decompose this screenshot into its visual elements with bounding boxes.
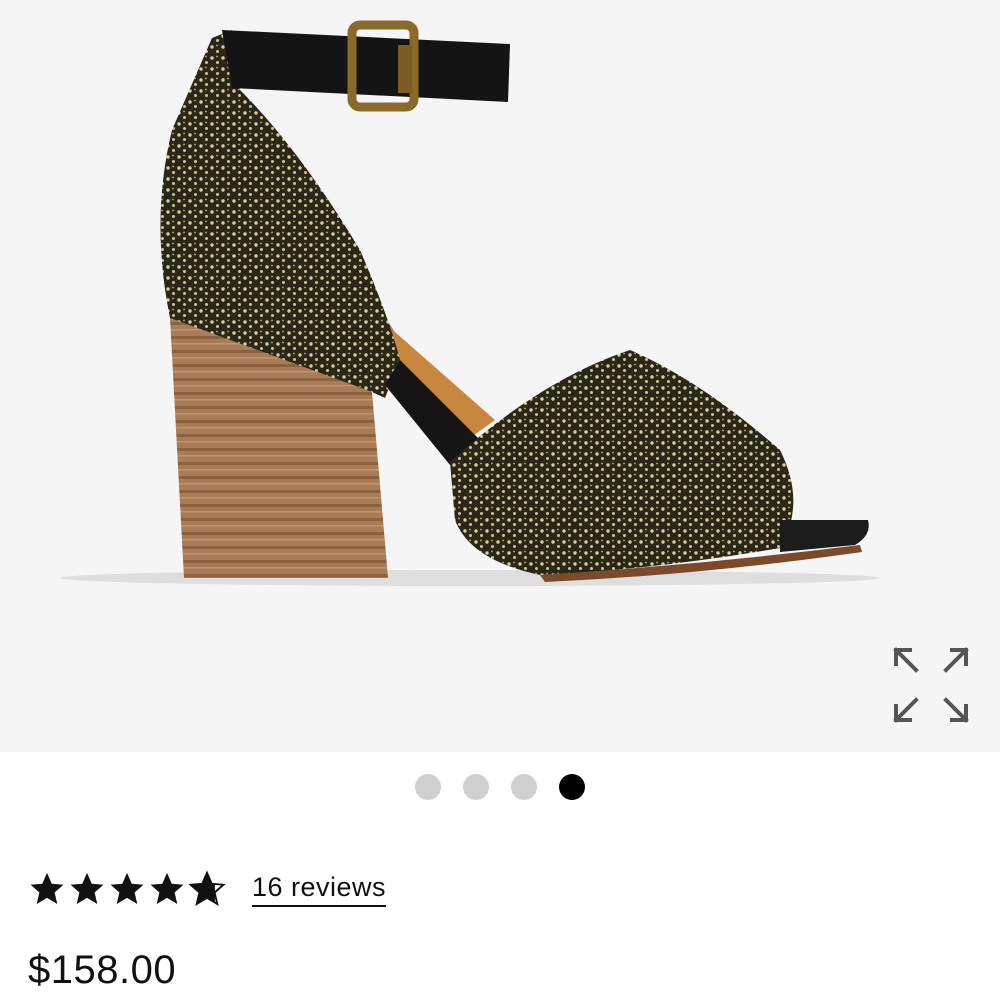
star-icon — [68, 870, 106, 908]
star-half-icon — [188, 870, 226, 908]
product-price: $158.00 — [28, 948, 177, 992]
expand-arrows-icon — [893, 647, 969, 723]
star-icon — [148, 870, 186, 908]
rating-row: 16 reviews — [28, 864, 387, 914]
star-icon — [28, 870, 66, 908]
carousel-dot-3[interactable] — [511, 774, 537, 800]
carousel-dot-4[interactable] — [559, 774, 585, 800]
carousel-dot-1[interactable] — [415, 774, 441, 800]
carousel-indicators — [0, 774, 1000, 800]
product-image[interactable] — [0, 0, 1000, 752]
expand-image-button[interactable] — [886, 640, 976, 730]
carousel-dot-2[interactable] — [463, 774, 489, 800]
star-rating — [28, 869, 226, 909]
star-icon — [108, 870, 146, 908]
product-image-area[interactable] — [0, 0, 1000, 752]
reviews-link[interactable]: 16 reviews — [252, 872, 387, 907]
